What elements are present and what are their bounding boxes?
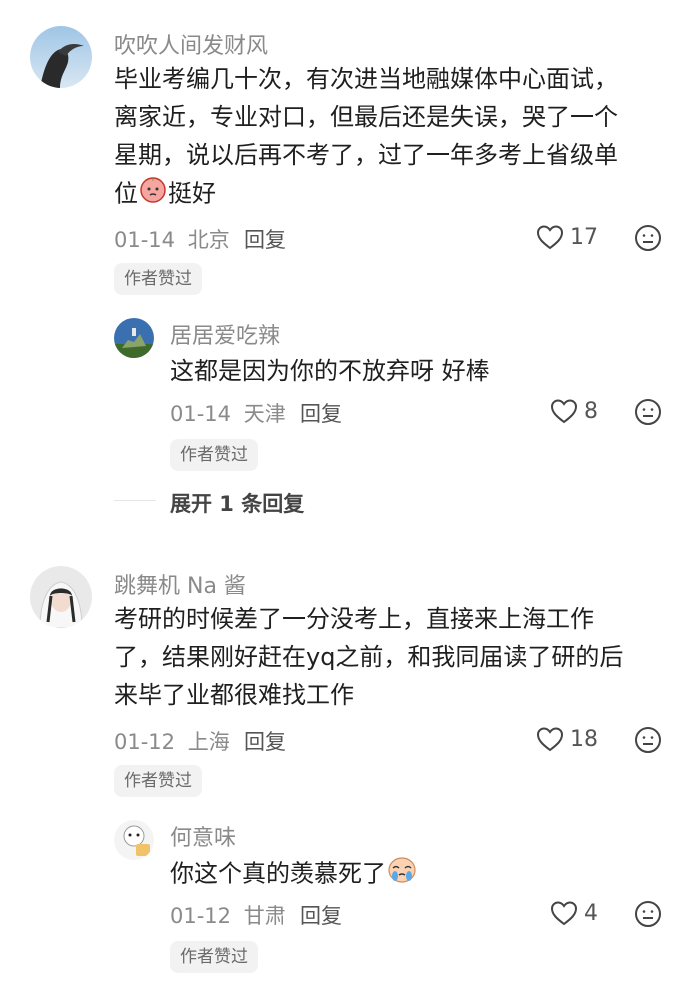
neutral-face-icon[interactable] bbox=[634, 224, 662, 256]
reply-button[interactable]: 回复 bbox=[244, 224, 286, 254]
heart-outline-icon bbox=[536, 727, 564, 752]
comment-text: 毕业考编几十次，有次进当地融媒体中心面试， 离家近，专业对口，但最后还是失误，哭… bbox=[114, 60, 674, 215]
comment-text-fragment: 你这个真的羡慕死了 bbox=[170, 859, 386, 888]
like-count: 4 bbox=[584, 900, 598, 926]
comment-text-line: 离家近，专业对口，但最后还是失误，哭了一个 bbox=[114, 103, 618, 131]
neutral-face-icon[interactable] bbox=[634, 726, 662, 758]
like-count: 18 bbox=[570, 726, 598, 752]
like-button[interactable]: 18 bbox=[536, 726, 598, 752]
comment-date: 01-14 bbox=[170, 402, 232, 426]
neutral-face-icon[interactable] bbox=[634, 900, 662, 932]
expand-replies-button[interactable]: 展开 1 条回复 bbox=[170, 488, 304, 518]
comment-location: 上海 bbox=[187, 730, 230, 754]
avatar[interactable] bbox=[30, 26, 92, 88]
comment-text-line: 星期，说以后再不考了，过了一年多考上省级单 bbox=[114, 141, 618, 169]
comment-location: 北京 bbox=[187, 228, 230, 252]
comment-location: 天津 bbox=[243, 402, 286, 426]
like-button[interactable]: 17 bbox=[536, 224, 598, 250]
comment-text-fragment: 位 bbox=[114, 179, 138, 208]
author-liked-badge: 作者赞过 bbox=[170, 941, 258, 973]
comment-text-line: 毕业考编几十次，有次进当地融媒体中心面试， bbox=[114, 65, 618, 93]
comment-meta: 01-14 北京 bbox=[114, 224, 230, 254]
comment-username[interactable]: 居居爱吃辣 bbox=[170, 318, 280, 350]
heart-outline-icon bbox=[536, 225, 564, 250]
heart-outline-icon bbox=[550, 901, 578, 926]
author-liked-badge: 作者赞过 bbox=[114, 263, 202, 295]
avatar[interactable] bbox=[114, 318, 154, 358]
reply-button[interactable]: 回复 bbox=[244, 726, 286, 756]
neutral-face-icon[interactable] bbox=[634, 398, 662, 430]
comment-username[interactable]: 吹吹人间发财风 bbox=[114, 28, 268, 60]
comment-text: 你这个真的羡慕死了 bbox=[170, 854, 418, 895]
peach-face-emoji bbox=[138, 174, 168, 215]
comment-text: 考研的时候差了一分没考上，直接来上海工作 了，结果刚好赶在yq之前，和我同届读了… bbox=[114, 600, 674, 714]
comment-meta: 01-12 上海 bbox=[114, 726, 230, 756]
like-button[interactable]: 4 bbox=[550, 900, 598, 926]
comment-date: 01-12 bbox=[114, 730, 176, 754]
comment-username[interactable]: 何意味 bbox=[170, 820, 236, 852]
like-count: 8 bbox=[584, 398, 598, 424]
comment-date: 01-12 bbox=[170, 904, 232, 928]
comment-text: 这都是因为你的不放弃呀 好棒 bbox=[170, 357, 490, 385]
crying-emoji bbox=[386, 854, 418, 895]
heart-outline-icon bbox=[550, 399, 578, 424]
like-button[interactable]: 8 bbox=[550, 398, 598, 424]
author-liked-badge: 作者赞过 bbox=[114, 765, 202, 797]
like-count: 17 bbox=[570, 224, 598, 250]
reply-button[interactable]: 回复 bbox=[300, 900, 342, 930]
comment-location: 甘肃 bbox=[243, 904, 286, 928]
comment-text-line: 了，结果刚好赶在yq之前，和我同届读了研的后 bbox=[114, 643, 624, 671]
expand-divider bbox=[114, 500, 156, 501]
comment-meta: 01-12 甘肃 bbox=[170, 900, 286, 930]
avatar[interactable] bbox=[30, 566, 92, 628]
comment-meta: 01-14 天津 bbox=[170, 398, 286, 428]
comment-text-line: 来毕了业都很难找工作 bbox=[114, 681, 354, 709]
reply-button[interactable]: 回复 bbox=[300, 398, 342, 428]
avatar[interactable] bbox=[114, 820, 154, 860]
comment-date: 01-14 bbox=[114, 228, 176, 252]
comment-text-fragment: 挺好 bbox=[168, 179, 216, 208]
comment-text-line: 位 挺好 bbox=[114, 174, 674, 215]
comment-text-line: 考研的时候差了一分没考上，直接来上海工作 bbox=[114, 605, 594, 633]
comment-username[interactable]: 跳舞机 Na 酱 bbox=[114, 568, 246, 600]
author-liked-badge: 作者赞过 bbox=[170, 439, 258, 471]
